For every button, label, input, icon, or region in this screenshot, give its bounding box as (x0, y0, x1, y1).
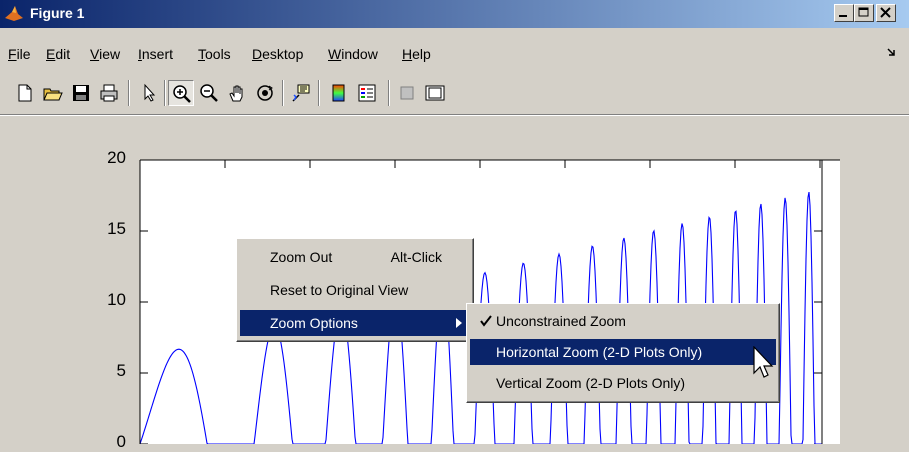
menu-item-zoom-out[interactable]: Zoom Out Alt-Click (240, 244, 470, 270)
menu-item-label: Reset to Original View (270, 282, 409, 298)
zoom-options-submenu: Unconstrained Zoom Horizontal Zoom (2-D … (466, 303, 780, 403)
menu-item-vertical-zoom[interactable]: Vertical Zoom (2-D Plots Only) (470, 370, 776, 396)
menu-item-zoom-options[interactable]: Zoom Options (240, 310, 470, 336)
menu-item-label: Zoom Options (270, 315, 358, 331)
menu-item-unconstrained-zoom[interactable]: Unconstrained Zoom (470, 308, 776, 334)
y-tick-label: 0 (116, 432, 126, 451)
submenu-arrow-icon (456, 318, 462, 328)
context-menu: Zoom Out Alt-Click Reset to Original Vie… (236, 238, 474, 342)
menu-item-reset-view[interactable]: Reset to Original View (240, 277, 470, 303)
menu-item-label: Unconstrained Zoom (496, 313, 626, 329)
mouse-cursor-icon (753, 346, 774, 378)
menu-item-label: Vertical Zoom (2-D Plots Only) (496, 375, 686, 391)
y-tick-label: 15 (107, 219, 126, 238)
checkmark-icon (480, 315, 492, 327)
y-tick-label: 5 (116, 361, 126, 380)
menu-item-label: Horizontal Zoom (2-D Plots Only) (496, 344, 703, 360)
menu-item-label: Zoom Out (270, 249, 333, 265)
y-tick-label: 20 (107, 148, 126, 167)
menu-item-shortcut: Alt-Click (390, 249, 442, 265)
y-tick-label: 10 (107, 290, 126, 309)
menu-item-horizontal-zoom[interactable]: Horizontal Zoom (2-D Plots Only) (470, 339, 776, 365)
